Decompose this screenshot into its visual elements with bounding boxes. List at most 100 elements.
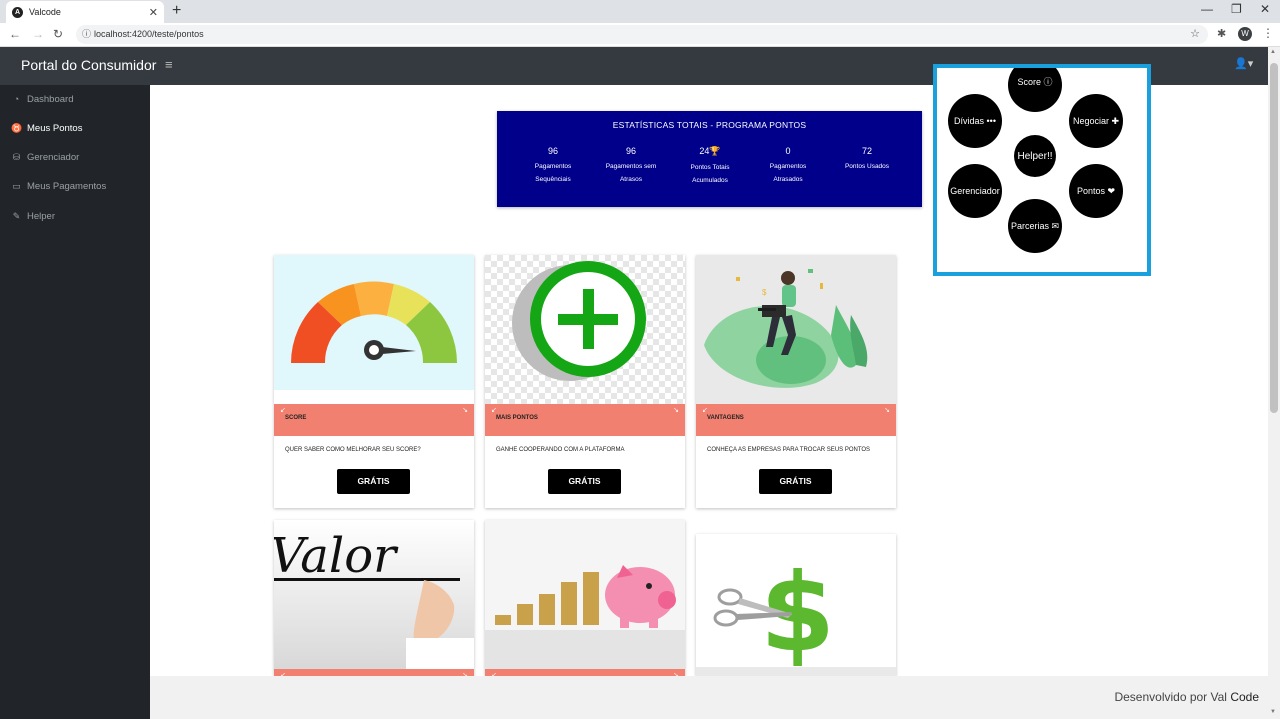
stat-late-payments: 0 Pagamentos Atrasados (748, 146, 828, 186)
stat-label: Atrasos (619, 176, 643, 183)
dashboard-icon: ◔ (13, 94, 20, 104)
browser-tab-bar: A Valcode ✕ + — ❐ ✕ (0, 0, 1280, 23)
stat-value: 0 (785, 146, 791, 156)
svg-text:Valor: Valor (274, 528, 399, 584)
reload-icon[interactable]: ↻ (53, 27, 63, 41)
expand-arrow-icon: ↙ (280, 407, 286, 414)
card-vantagens: $ ↙ VANTAGENS ↘ CONHEÇA AS EMPRESAS PARA… (696, 255, 896, 508)
minimize-icon[interactable]: — (1201, 2, 1213, 16)
hamburger-icon[interactable]: ≡ (165, 57, 173, 72)
stat-label: Pagamentos (769, 163, 807, 170)
dividas-menu-button[interactable]: Dívidas ••• (948, 94, 1002, 148)
piggy-bank-image (485, 520, 685, 669)
gerenciador-menu-button[interactable]: Gerenciador (948, 164, 1002, 218)
browser-tab[interactable]: A Valcode ✕ (6, 1, 164, 23)
window-close-icon[interactable]: ✕ (1260, 2, 1270, 16)
coins-icon: ⛁ (12, 151, 21, 162)
expand-arrow-icon: ↘ (884, 407, 890, 414)
address-bar-row: ← → ↻ ⓘ localhost:4200/teste/pontos ☆ ✱ … (0, 23, 1280, 47)
close-tab-icon[interactable]: ✕ (149, 6, 158, 19)
extensions-icon[interactable]: ✱ (1217, 27, 1226, 40)
card-score: ↙ SCORE ↘ QUER SABER COMO MELHORAR SEU S… (274, 255, 474, 508)
scroll-thumb[interactable] (1270, 63, 1278, 413)
profile-avatar[interactable]: W (1238, 27, 1252, 41)
url-text: localhost:4200/teste/pontos (94, 29, 204, 39)
free-button[interactable]: GRÁTIS (337, 469, 410, 494)
card-label: SCORE (285, 415, 307, 421)
stats-panel: ESTATÍSTICAS TOTAIS - PROGRAMA PONTOS 96… (497, 111, 922, 207)
expand-arrow-icon: ↙ (702, 407, 708, 414)
stat-on-time-payments: 96 Pagamentos sem Atrasos (591, 146, 671, 186)
card-band: ↙ ↘ (274, 669, 474, 676)
expand-arrow-icon: ↙ (491, 407, 497, 414)
page-scrollbar[interactable]: ▲ ▼ (1268, 47, 1280, 719)
tab-title: Valcode (29, 7, 61, 17)
card-label: MAIS PONTOS (496, 415, 538, 421)
sidebar-item-label: Meus Pontos (27, 122, 83, 134)
forward-icon[interactable]: → (32, 27, 44, 41)
negociar-menu-button[interactable]: Negociar ✚ (1069, 94, 1123, 148)
card-description: GANHE COOPERANDO COM A PLATAFORMA (496, 447, 625, 453)
sidebar-item-meus-pontos[interactable]: ♉ Meus Pontos (11, 121, 82, 135)
card-band: ↙ VANTAGENS ↘ (696, 404, 896, 436)
stat-label: Pagamentos sem (605, 163, 657, 170)
bookmark-star-icon[interactable]: ☆ (1190, 25, 1200, 44)
card-band: ↙ SCORE ↘ (274, 404, 474, 436)
user-menu-icon[interactable]: 👤▾ (1234, 57, 1253, 70)
stat-label: Acumulados (692, 177, 728, 184)
parcerias-menu-button[interactable]: Parcerias ✉ (1008, 199, 1062, 253)
url-field[interactable]: ⓘ localhost:4200/teste/pontos ☆ (76, 25, 1208, 44)
plus-image (485, 255, 685, 404)
footer-suffix: Code (1230, 690, 1259, 704)
expand-arrow-icon: ↘ (673, 407, 679, 414)
free-button[interactable]: GRÁTIS (548, 469, 621, 494)
card-description: QUER SABER COMO MELHORAR SEU SCORE? (285, 447, 421, 453)
info-icon[interactable]: ⓘ (82, 25, 91, 44)
medal-icon: ♉ (11, 122, 23, 133)
card-label: VANTAGENS (707, 415, 744, 421)
stat-value: 72 (861, 146, 872, 156)
sidebar-item-label: Gerenciador (27, 151, 80, 163)
card-mais-pontos: ↙ MAIS PONTOS ↘ GANHE COOPERANDO COM A P… (485, 255, 685, 508)
angular-icon: A (12, 6, 23, 18)
footer: Desenvolvido por Val Code (150, 676, 1268, 719)
card-valor: Valor ↙ ↘ (274, 520, 474, 676)
stat-sequential-payments: 96 Pagamentos Sequênciais (513, 146, 593, 186)
stat-value: 96 (547, 146, 558, 156)
sidebar-item-helper[interactable]: ✎ Helper (11, 209, 55, 223)
valor-image: Valor (274, 520, 474, 669)
stat-value: 24🏆 (699, 146, 721, 156)
card-dollar-scissors: $ (696, 534, 896, 676)
browser-menu-icon[interactable]: ⋮ (1262, 26, 1274, 40)
sidebar-item-label: Meus Pagamentos (27, 180, 107, 192)
card-description: CONHEÇA AS EMPRESAS PARA TROCAR SEUS PON… (707, 447, 871, 453)
dollar-scissors-image: $ (696, 534, 896, 676)
stat-label: Sequênciais (535, 176, 571, 183)
pontos-menu-button[interactable]: Pontos ❤ (1069, 164, 1123, 218)
helper-center-button[interactable]: Helper!! (1014, 135, 1056, 177)
gauge-image (274, 255, 474, 390)
card-band: ↙ MAIS PONTOS ↘ (485, 404, 685, 436)
stat-label: Atrasados (773, 176, 803, 183)
sidebar-item-gerenciador[interactable]: ⛁ Gerenciador (11, 150, 80, 164)
sidebar-item-meus-pagamentos[interactable]: ▭ Meus Pagamentos (11, 179, 106, 193)
expand-arrow-icon: ↘ (462, 407, 468, 414)
stat-label: Pontos Totais (690, 164, 730, 171)
sidebar-item-label: Dashboard (27, 93, 74, 105)
scroll-up-icon[interactable]: ▲ (1270, 49, 1276, 55)
sidebar-item-dashboard[interactable]: ◔ Dashboard (11, 92, 74, 106)
scroll-down-icon[interactable]: ▼ (1270, 709, 1276, 715)
score-menu-button[interactable]: Score ⓘ (1008, 68, 1062, 112)
footer-prefix: Desenvolvido por Val (1114, 690, 1227, 704)
money-icon: ▭ (12, 180, 21, 191)
back-icon[interactable]: ← (9, 27, 21, 41)
person-laptop-image: $ (696, 255, 896, 404)
free-button[interactable]: GRÁTIS (759, 469, 832, 494)
new-tab-button[interactable]: + (172, 2, 181, 20)
brand-title[interactable]: Portal do Consumidor (21, 57, 156, 73)
stat-used-points: 72 Pontos Usados (827, 146, 907, 173)
restore-icon[interactable]: ❐ (1231, 2, 1242, 16)
sidebar-item-label: Helper (27, 210, 55, 222)
sidebar: ◔ Dashboard ♉ Meus Pontos ⛁ Gerenciador … (0, 85, 150, 719)
stat-label: Pagamentos (534, 163, 572, 170)
